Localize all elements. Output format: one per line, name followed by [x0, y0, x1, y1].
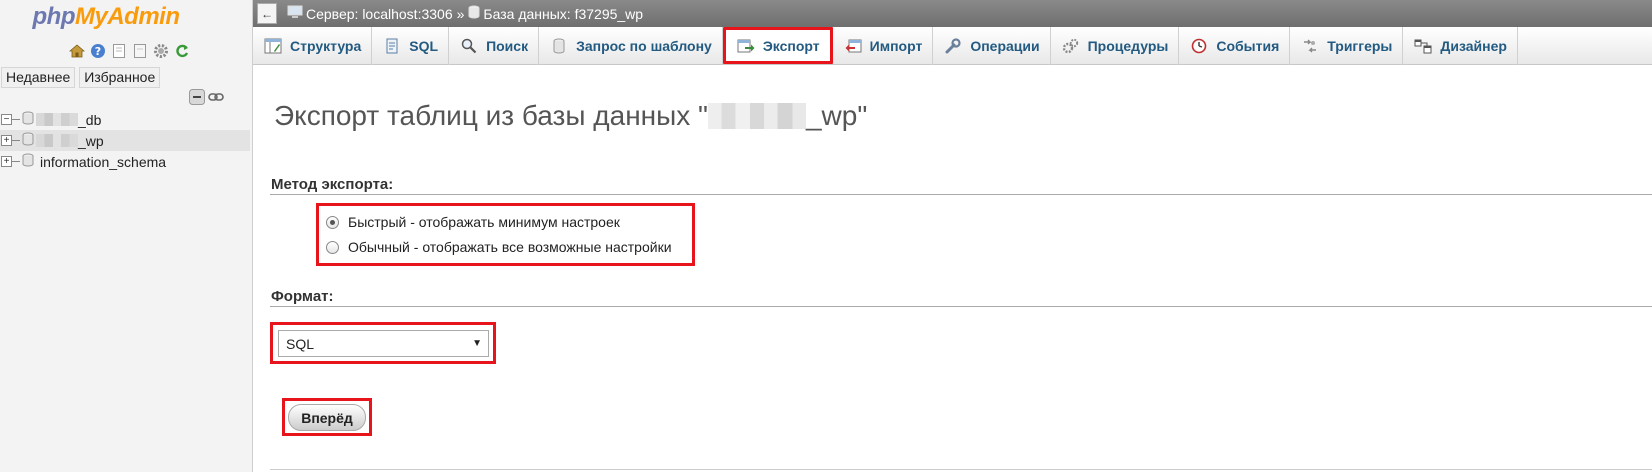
tab-bar: Структура SQL Поиск Запрос по шаблону Эк…	[253, 27, 1652, 65]
help-icon[interactable]: ?	[89, 42, 107, 60]
docs-icon[interactable]	[110, 42, 128, 60]
tree-item-label: _db	[78, 111, 102, 128]
tree-item-label: information_schema	[40, 153, 167, 170]
page-title-prefix: Экспорт таблиц из базы данных "	[274, 100, 708, 131]
phpmyadmin-logo[interactable]: phpMyAdmin	[0, 3, 212, 31]
sql-icon	[383, 37, 401, 55]
breadcrumb-database-label: База данных: f37295_wp	[483, 5, 644, 22]
format-select[interactable]: SQL ▼	[278, 330, 489, 357]
tree-item-wp[interactable]: + _wp	[0, 130, 250, 151]
divider	[270, 306, 1652, 307]
breadcrumb-server-label: Сервер: localhost:3306	[306, 5, 453, 22]
tree-item-db[interactable]: − _db	[0, 109, 250, 130]
breadcrumb-server[interactable]: Сервер: localhost:3306	[287, 5, 453, 22]
breadcrumb: ← Сервер: localhost:3306 » База данных: …	[253, 0, 1652, 27]
wrench-icon	[944, 37, 962, 55]
import-icon	[844, 37, 862, 55]
collapse-nav-button[interactable]: ←	[257, 3, 277, 24]
trigger-icon	[1301, 37, 1319, 55]
export-method-label: Метод экспорта:	[271, 176, 394, 193]
tab-structure[interactable]: Структура	[253, 27, 373, 65]
radio-checked-icon[interactable]	[326, 215, 339, 229]
collapse-expander-icon[interactable]: −	[1, 114, 12, 125]
recent-tab[interactable]: Недавнее	[1, 67, 76, 88]
navigation-panel: phpMyAdmin ? Недавнее Избранное − _db + …	[0, 0, 253, 472]
favorites-tab[interactable]: Избранное	[79, 67, 161, 88]
divider	[270, 469, 1652, 470]
reload-icon[interactable]	[173, 42, 191, 60]
structure-icon	[264, 37, 282, 55]
collapse-all-icon[interactable]	[189, 89, 205, 108]
tab-routines[interactable]: Процедуры	[1051, 27, 1180, 65]
gear-icon[interactable]	[152, 42, 170, 60]
tab-triggers[interactable]: Триггеры	[1290, 27, 1404, 65]
server-icon	[287, 5, 303, 22]
routines-icon	[1062, 37, 1080, 55]
page-title-suffix: _wp"	[805, 100, 868, 131]
radio-unchecked-icon[interactable]	[326, 240, 339, 254]
format-select-value: SQL	[286, 335, 315, 352]
svg-text:?: ?	[95, 45, 101, 58]
link-icon[interactable]	[208, 89, 224, 108]
expand-expander-icon[interactable]: +	[1, 156, 12, 167]
radio-custom-label: Обычный - отображать все возможные настр…	[348, 239, 672, 255]
tree-item-information-schema[interactable]: + information_schema	[0, 151, 250, 172]
radio-quick-label: Быстрый - отображать минимум настроек	[348, 214, 620, 230]
tab-search[interactable]: Поиск	[449, 27, 540, 65]
search-icon	[460, 37, 478, 55]
tab-query[interactable]: Запрос по шаблону	[539, 27, 723, 65]
chevron-down-icon: ▼	[472, 338, 482, 349]
redacted-db-name	[707, 103, 806, 129]
divider	[270, 194, 1652, 195]
expand-expander-icon[interactable]: +	[1, 135, 12, 146]
tab-designer[interactable]: Дизайнер	[1403, 27, 1518, 65]
sql-docs-icon[interactable]	[131, 42, 149, 60]
nav-icon-bar: ?	[68, 42, 191, 60]
highlight-export-method	[316, 203, 695, 266]
redacted-db-name	[36, 134, 78, 147]
database-icon	[22, 111, 34, 128]
query-icon	[550, 37, 568, 55]
nav-tree-controls	[189, 89, 224, 108]
tree-item-label: _wp	[78, 132, 104, 149]
go-button[interactable]: Вперёд	[288, 404, 366, 431]
tab-events[interactable]: События	[1179, 27, 1291, 65]
designer-icon	[1414, 37, 1432, 55]
redacted-db-name	[36, 113, 78, 126]
database-icon	[22, 153, 34, 170]
tab-export[interactable]: Экспорт	[722, 27, 833, 64]
export-icon	[737, 37, 755, 55]
format-label: Формат:	[271, 288, 334, 305]
database-icon	[468, 5, 480, 22]
radio-custom-export[interactable]: Обычный - отображать все возможные настр…	[326, 239, 672, 255]
nav-tabs: Недавнее Избранное	[1, 67, 161, 88]
breadcrumb-separator: »	[456, 5, 465, 22]
clock-icon	[1190, 37, 1208, 55]
tab-operations[interactable]: Операции	[933, 27, 1051, 65]
database-icon	[22, 132, 34, 149]
radio-quick-export[interactable]: Быстрый - отображать минимум настроек	[326, 214, 620, 230]
page-title: Экспорт таблиц из базы данных " _wp"	[274, 100, 867, 132]
tab-import[interactable]: Импорт	[833, 27, 934, 65]
home-icon[interactable]	[68, 42, 86, 60]
breadcrumb-database[interactable]: База данных: f37295_wp	[468, 5, 643, 22]
tab-sql[interactable]: SQL	[372, 27, 450, 65]
